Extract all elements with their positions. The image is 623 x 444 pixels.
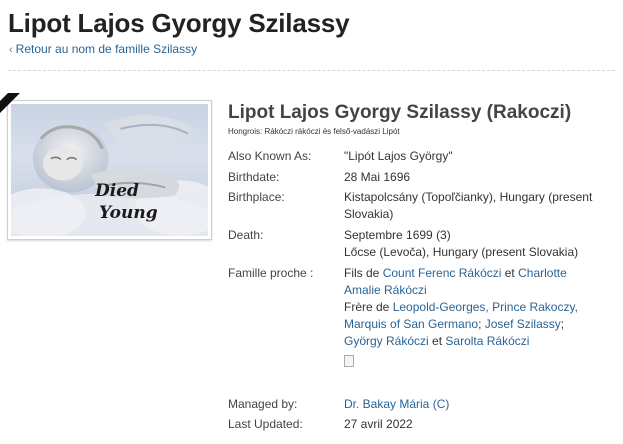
native-name: Hongrois: Rákóczi rákóczi és felső-vadás…: [228, 127, 400, 136]
profile-photo[interactable]: Died Young: [0, 93, 212, 240]
birthplace-value: Kistapolcsány (Topoľčianky), Hungary (pr…: [344, 190, 593, 221]
sibling-link[interactable]: György Rákóczi: [344, 334, 429, 348]
family-value: Fils de Count Ferenc Rákóczi et Charlott…: [344, 265, 594, 367]
died-young-caption: Died Young: [95, 180, 158, 224]
aka-label: Also Known As:: [228, 149, 312, 163]
sibling-link[interactable]: Sarolta Rákóczi: [445, 334, 529, 348]
death-value: Septembre 1699 (3) Lőcse (Levoča), Hunga…: [344, 227, 594, 261]
person-name: Lipot Lajos Gyorgy Szilassy (Rakoczi): [228, 102, 572, 123]
death-label: Death:: [228, 228, 264, 242]
and-text: et: [432, 334, 443, 348]
family-label: Famille proche :: [228, 266, 314, 280]
page-title: Lipot Lajos Gyorgy Szilassy: [8, 8, 350, 38]
updated-value: 27 avril 2022: [344, 417, 413, 431]
death-date: Septembre 1699 (3): [344, 228, 451, 242]
separator: ;: [478, 317, 482, 331]
caption-line-2: Young: [99, 203, 158, 223]
son-of-text: Fils de: [344, 266, 380, 280]
sibling-link[interactable]: Josef Szilassy: [485, 317, 561, 331]
birthdate-label: Birthdate:: [228, 170, 280, 184]
chevron-left-icon: ‹: [9, 44, 13, 56]
back-link-label: Retour au nom de famille Szilassy: [15, 42, 198, 56]
managed-label: Managed by:: [228, 397, 298, 411]
source-document-icon[interactable]: [344, 354, 354, 367]
back-to-surname-link[interactable]: ‹ Retour au nom de famille Szilassy: [9, 42, 197, 56]
updated-label: Last Updated:: [228, 417, 303, 431]
divider: [8, 70, 615, 71]
aka-value: "Lipót Lajos György": [344, 149, 453, 163]
birthdate-value: 28 Mai 1696: [344, 170, 411, 184]
mourning-ribbon-icon: [0, 93, 20, 113]
father-link[interactable]: Count Ferenc Rákóczi: [383, 266, 502, 280]
brother-of-text: Frère de: [344, 300, 390, 314]
caption-line-1: Died: [95, 181, 139, 201]
separator: ;: [560, 317, 565, 331]
manager-link[interactable]: Dr. Bakay Mária (C): [344, 396, 594, 413]
photo-image: Died Young: [11, 104, 208, 236]
birthplace-label: Birthplace:: [228, 190, 285, 204]
death-place: Lőcse (Levoča), Hungary (present Slovaki…: [344, 245, 579, 259]
and-text: et: [504, 266, 515, 280]
